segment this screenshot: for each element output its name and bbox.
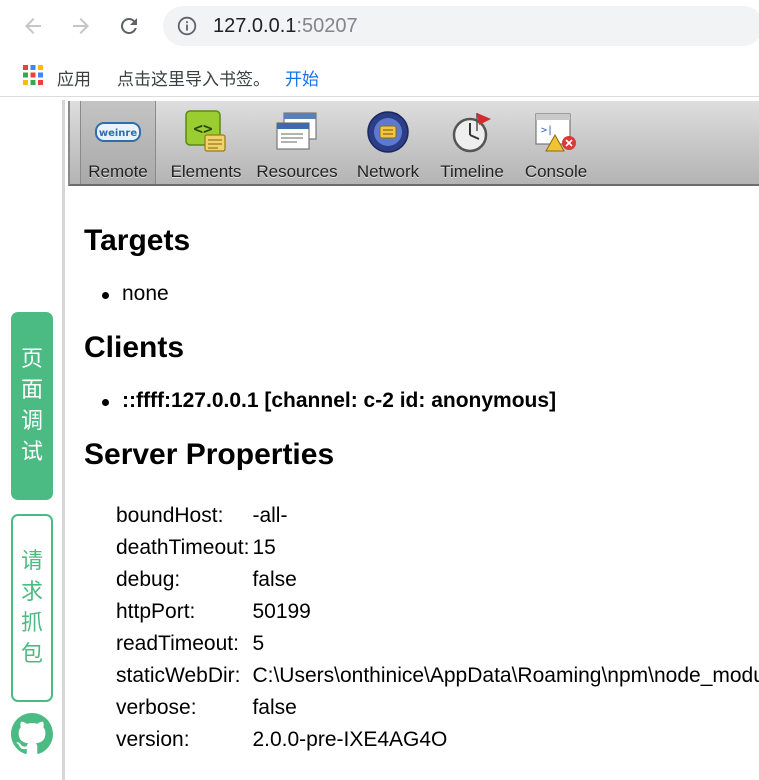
tab-network-label: Network xyxy=(356,162,420,181)
svg-text:>|: >| xyxy=(541,125,553,136)
server-properties-table: boundHost: -all- deathTimeout: 15 debug:… xyxy=(116,500,759,756)
page-debug-char: 调 xyxy=(20,409,43,434)
targets-list: none xyxy=(102,282,169,306)
reload-button[interactable] xyxy=(115,12,143,40)
property-value: 5 xyxy=(252,632,265,655)
server-properties-heading: Server Properties xyxy=(84,438,335,471)
property-row: httpPort: 50199 xyxy=(116,596,759,628)
property-row: deathTimeout: 15 xyxy=(116,532,759,564)
tab-resources[interactable]: Resources xyxy=(254,101,340,184)
weinre-logo-icon: weinre xyxy=(95,122,141,142)
property-row: staticWebDir: C:\Users\onthinice\AppData… xyxy=(116,660,759,692)
property-key: debug: xyxy=(116,568,181,591)
url-host: 127.0.0.1 xyxy=(213,15,297,37)
tab-timeline[interactable]: Timeline xyxy=(434,101,510,184)
page-debug-button[interactable]: 页 面 调 试 xyxy=(11,312,53,500)
tab-remote-label: Remote xyxy=(88,162,148,181)
request-capture-char: 包 xyxy=(20,642,43,667)
start-link[interactable]: 开始 xyxy=(285,65,319,90)
property-value: false xyxy=(252,696,297,719)
property-value: -all- xyxy=(252,504,288,527)
client-item[interactable]: ::ffff:127.0.0.1 [channel: c-2 id: anony… xyxy=(101,389,556,413)
network-icon xyxy=(367,111,409,153)
request-capture-char: 抓 xyxy=(20,611,43,636)
property-key: version: xyxy=(116,728,190,751)
svg-text:weinre: weinre xyxy=(99,128,137,139)
property-value: 2.0.0-pre-IXE4AG4O xyxy=(252,728,448,751)
page-debug-char: 试 xyxy=(20,440,43,465)
property-row: verbose: false xyxy=(116,692,759,724)
tab-console-label: Console xyxy=(524,162,588,181)
arrow-left-icon xyxy=(25,18,41,34)
tab-elements-label: Elements xyxy=(170,162,242,181)
elements-icon: <> xyxy=(185,110,226,152)
tab-elements[interactable]: <> Elements xyxy=(164,101,248,184)
property-row: boundHost: -all- xyxy=(116,500,759,532)
property-key: staticWebDir: xyxy=(116,664,241,687)
remote-panel: Targets none Clients ::ffff:127.0.0.1 [c… xyxy=(84,185,759,780)
property-row: debug: false xyxy=(116,564,759,596)
back-button[interactable] xyxy=(19,12,47,40)
request-capture-button[interactable]: 请 求 抓 包 xyxy=(11,514,53,702)
address-bar[interactable]: 127.0.0.1:50207 xyxy=(163,6,759,46)
tab-resources-label: Resources xyxy=(256,162,338,181)
property-key: boundHost: xyxy=(116,504,224,527)
side-panel: 页 面 调 试 请 求 抓 包 xyxy=(0,100,65,780)
tab-timeline-label: Timeline xyxy=(440,162,504,181)
resources-icon xyxy=(276,112,317,150)
bookmarks-bar: 应用 点击这里导入书签。 开始 xyxy=(0,56,759,97)
tab-remote[interactable]: weinre Remote xyxy=(80,101,156,184)
clients-heading: Clients xyxy=(84,331,185,364)
tab-console[interactable]: >| Console xyxy=(518,101,594,184)
target-item: none xyxy=(102,282,169,305)
property-key: readTimeout: xyxy=(116,632,239,655)
console-icon: >| xyxy=(535,113,576,152)
page-debug-char: 页 xyxy=(20,347,43,372)
request-capture-char: 请 xyxy=(20,549,43,574)
property-key: httpPort: xyxy=(116,600,196,623)
reload-icon xyxy=(120,17,137,34)
property-value: false xyxy=(252,568,297,591)
targets-heading: Targets xyxy=(84,224,191,257)
property-value: 50199 xyxy=(252,600,311,623)
property-row: readTimeout: 5 xyxy=(116,628,759,660)
property-value: 15 xyxy=(252,536,276,559)
page-debug-char: 面 xyxy=(20,378,43,403)
info-icon[interactable] xyxy=(177,16,197,36)
property-value: C:\Users\onthinice\AppData\Roaming\npm\n… xyxy=(252,664,759,687)
property-key: deathTimeout: xyxy=(116,536,250,559)
request-capture-char: 求 xyxy=(20,580,43,605)
apps-label[interactable]: 应用 xyxy=(57,65,91,90)
weinre-toolbar: weinre Remote <> Elements Resources Netw… xyxy=(68,101,759,186)
tab-network[interactable]: Network xyxy=(350,101,426,184)
browser-toolbar: 127.0.0.1:50207 xyxy=(0,0,759,52)
arrow-right-icon xyxy=(73,18,89,34)
import-bookmarks-text: 点击这里导入书签。 xyxy=(117,70,270,89)
url-port: :50207 xyxy=(296,15,358,37)
property-row: version: 2.0.0-pre-IXE4AG4O xyxy=(116,724,759,756)
url-text[interactable]: 127.0.0.1:50207 xyxy=(213,15,358,38)
property-key: verbose: xyxy=(116,696,197,719)
apps-grid-icon[interactable] xyxy=(23,65,43,85)
timeline-icon xyxy=(452,113,491,153)
forward-button[interactable] xyxy=(67,12,95,40)
clients-list: ::ffff:127.0.0.1 [channel: c-2 id: anony… xyxy=(101,389,556,413)
github-icon[interactable] xyxy=(11,713,53,755)
